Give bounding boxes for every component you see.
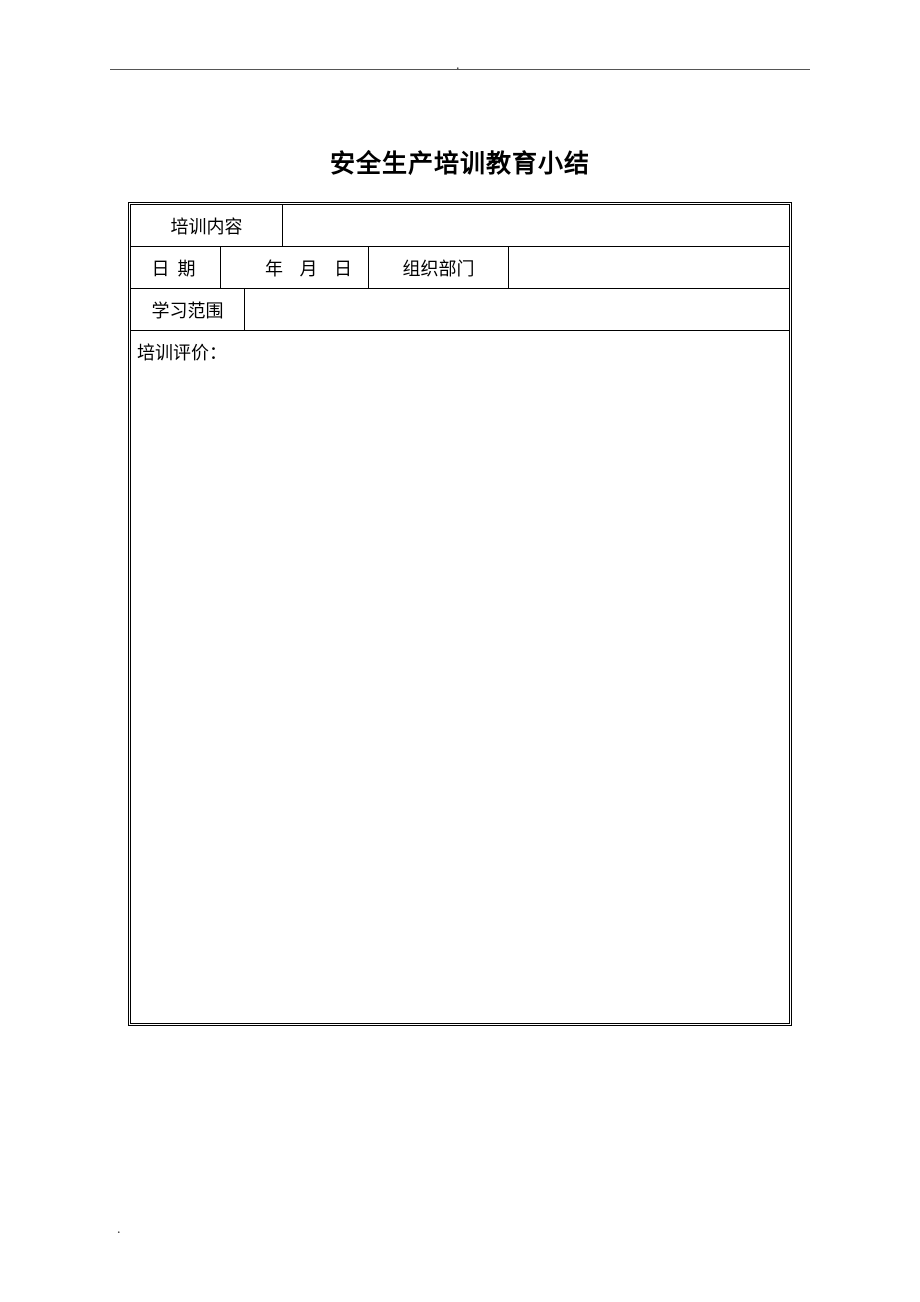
row-study-scope: 学习范围 [131, 289, 789, 331]
form-table: 培训内容 日期 年 月 日 组织部门 学习范围 培训评价： [128, 202, 792, 1026]
label-study-scope: 学习范围 [131, 289, 245, 331]
row-date-dept: 日期 年 月 日 组织部门 [131, 247, 789, 289]
row-training-eval: 培训评价： [131, 331, 789, 1023]
row-training-content: 培训内容 [131, 205, 789, 247]
header-dot: . [456, 58, 460, 74]
value-org-dept [509, 247, 789, 289]
label-date: 日期 [131, 247, 221, 289]
footer-dot: . [117, 1222, 121, 1238]
value-date: 年 月 日 [221, 247, 369, 289]
header-rule [110, 69, 810, 70]
value-study-scope [245, 289, 789, 331]
page-title: 安全生产培训教育小结 [0, 144, 920, 180]
label-training-content: 培训内容 [131, 205, 283, 247]
label-training-eval: 培训评价： [137, 339, 227, 365]
value-training-content [283, 205, 789, 247]
label-org-dept: 组织部门 [369, 247, 509, 289]
